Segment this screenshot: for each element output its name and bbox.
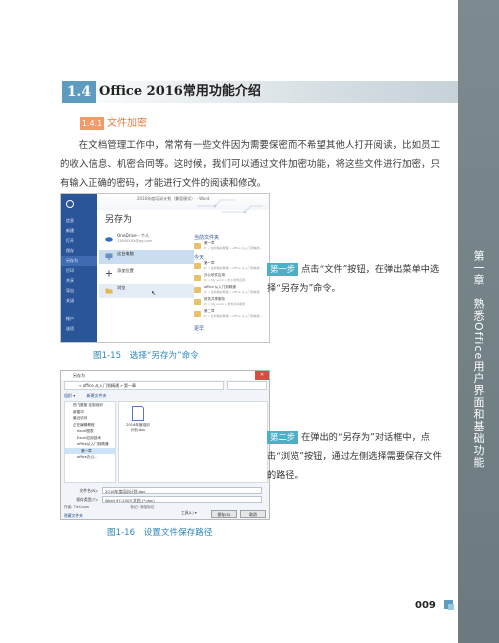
folder-icon — [105, 288, 113, 294]
add-place-icon — [106, 270, 112, 277]
nav-item[interactable]: 选项 — [61, 324, 97, 334]
current-folder-heading: 当前文件夹 — [194, 235, 220, 241]
page-number-mark — [448, 604, 454, 610]
section-number: 1.4 — [62, 81, 96, 103]
nav-item-save-as[interactable]: 另存为 — [61, 256, 97, 266]
file-list: 2016年度培训计划.doc — [118, 401, 268, 483]
dialog-toolbar: 组织 ▾ 新建文件夹 — [64, 392, 266, 400]
folder-icon — [194, 299, 201, 305]
step-tag: 第一步 — [267, 263, 299, 276]
recent-folder[interactable]: 第二章 E: » 全新精彩教程 » office 从入门到精通... — [194, 309, 269, 320]
recent-folder[interactable]: office 从入门到精通 E: » 全新精彩教程 » office 从入门到精… — [194, 285, 269, 296]
nav-item[interactable]: 关闭 — [61, 296, 97, 306]
close-icon[interactable]: ✕ — [255, 371, 269, 380]
figure-save-as-backstage: 信息 新建 打开 保存 另存为 打印 共享 导出 关闭 帐户 选项 2016年度… — [60, 193, 270, 343]
location-browse[interactable]: 浏览 — [99, 284, 194, 298]
folder-icon — [194, 243, 201, 249]
nav-item[interactable]: 保存 — [61, 246, 97, 256]
document-file[interactable]: 2016年度培训计划.doc — [125, 406, 151, 433]
file-type-row: 保存类型(T): Word 97-2003 文档 (*.doc) — [64, 496, 262, 503]
nav-item[interactable]: 帐户 — [61, 314, 97, 324]
mouse-cursor-icon: ↖ — [151, 290, 157, 297]
dialog-title: 另存为 ✕ — [61, 371, 269, 380]
recent-folder[interactable]: 第一章 E: » 全新精彩教程 » office 从入门到精通... — [194, 241, 269, 252]
body-paragraph: 在文档管理工作中，常常有一些文件因为需要保密而不希望其他人打开阅读，比如员工的收… — [60, 140, 440, 189]
file-name-field[interactable]: 2016年度培训计划.doc — [102, 487, 262, 494]
nav-item[interactable]: 新建 — [61, 226, 97, 236]
tools-menu[interactable]: 工具(L) ▾ — [181, 510, 197, 516]
save-button[interactable]: 保存(S) — [211, 510, 237, 518]
figure-caption: 图1-15 选择“另存为”命令 — [93, 351, 199, 361]
nav-item[interactable]: 导出 — [61, 286, 97, 296]
subsection-title: 文件加密 — [107, 118, 147, 129]
file-type-select[interactable]: Word 97-2003 文档 (*.doc) — [102, 496, 262, 503]
tags-value[interactable]: 添加标记 — [140, 505, 154, 509]
search-input[interactable] — [227, 381, 267, 390]
earlier-heading: 更早 — [194, 326, 205, 332]
address-bar[interactable]: « office 从入门到精通 » 第一章 — [64, 381, 224, 390]
location-this-pc[interactable]: 这台电脑 — [99, 250, 194, 264]
folder-icon — [194, 275, 201, 281]
folder-icon — [194, 311, 201, 317]
author-value[interactable]: TieCoom — [74, 505, 90, 509]
recent-folder[interactable]: 办公软件应用 D: » My work » 办公软件应用 — [194, 273, 269, 284]
step-tag: 第二步 — [267, 431, 299, 444]
folder-tree: 西飞集团 定制培训 新建词 最近访问 正在编辑教程 excel图表 Excel应… — [64, 401, 116, 483]
page-number: 009 — [415, 600, 436, 611]
figure-save-as-dialog: 另存为 ✕ « office 从入门到精通 » 第一章 组织 ▾ 新建文件夹 西… — [60, 370, 270, 520]
cloud-icon — [105, 237, 113, 242]
today-heading: 今天 — [194, 255, 205, 261]
chapter-side-tab: 第一章 熟悉Office用户界面和基础功能 — [458, 0, 499, 643]
cancel-button[interactable]: 取消 — [240, 510, 266, 518]
folder-icon — [194, 287, 201, 293]
word-document-icon — [132, 406, 144, 421]
recent-folder[interactable]: 第一章 E: » 全新精彩教程 » office 从入门到精通... — [194, 261, 269, 272]
save-as-heading: 另存为 — [105, 215, 133, 225]
step-one: 第一步 点击“文件”按钮，在弹出菜单中选择“另存为”命令。 — [267, 260, 442, 298]
subsection-number: 1.4.1 — [80, 117, 104, 130]
back-arrow-icon[interactable] — [66, 200, 74, 208]
tree-item[interactable]: office办公... — [65, 454, 115, 461]
section-title: Office 2016常用功能介绍 — [99, 84, 261, 99]
nav-item[interactable]: 打印 — [61, 266, 97, 276]
new-folder-button[interactable]: 新建文件夹 — [87, 393, 107, 398]
nav-item[interactable]: 打开 — [61, 236, 97, 246]
organize-button[interactable]: 组织 ▾ — [64, 393, 75, 398]
step-two: 第二步 在弹出的“另存为”对话框中，点击“浏览”按钮，通过左侧选择需要保存文件的路… — [267, 428, 442, 485]
location-add-place[interactable]: 添加位置 — [99, 267, 194, 281]
hide-folders-toggle[interactable]: 隐藏文件夹 — [64, 513, 83, 519]
computer-icon — [105, 253, 113, 260]
figure-caption: 图1-16 设置文件保存路径 — [107, 528, 213, 538]
file-name-row: 文件名(N): 2016年度培训计划.doc — [64, 487, 262, 494]
recent-folder[interactable]: 财务共享服务 D: » My work » 财务共享服务 — [194, 297, 269, 308]
nav-item[interactable]: 信息 — [61, 216, 97, 226]
chapter-label: 第一章 熟悉Office用户界面和基础功能 — [472, 250, 485, 469]
location-onedrive[interactable]: OneDrive - 个人 1384XXXX@qq.com — [99, 232, 194, 246]
nav-item[interactable]: 共享 — [61, 276, 97, 286]
author-meta: 作者: TieCoom 标记: 添加标记 — [64, 505, 155, 509]
folder-icon — [194, 263, 201, 269]
circuit-decoration-icon — [197, 199, 263, 214]
backstage-nav: 信息 新建 打开 保存 另存为 打印 共享 导出 关闭 帐户 选项 — [61, 194, 97, 342]
